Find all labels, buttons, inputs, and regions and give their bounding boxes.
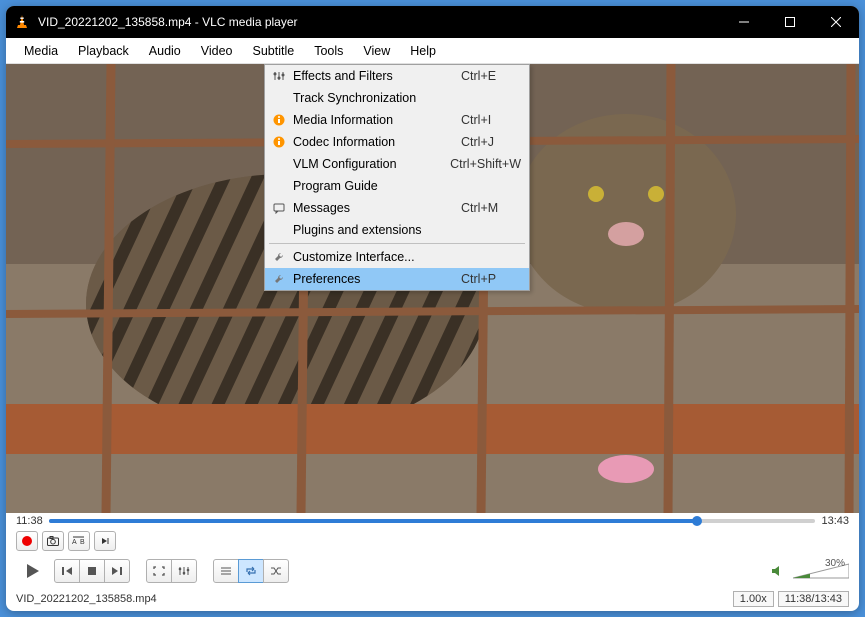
maximize-button[interactable] [767,6,813,38]
frame-step-icon [100,536,110,546]
svg-text:B: B [80,539,85,546]
extended-settings-button[interactable] [171,559,197,583]
previous-button[interactable] [54,559,80,583]
shuffle-button[interactable] [263,559,289,583]
frame-step-button[interactable] [94,531,116,551]
playlist-button[interactable] [213,559,239,583]
menu-media-info[interactable]: Media Information Ctrl+I [265,109,529,131]
stop-icon [87,566,97,576]
message-icon [269,202,289,214]
volume-control: 30% [771,562,849,580]
play-button[interactable] [16,557,50,585]
equalizer-icon [178,566,190,576]
fullscreen-button[interactable] [146,559,172,583]
menu-preferences[interactable]: Preferences Ctrl+P [265,268,529,290]
snapshot-button[interactable] [42,531,64,551]
menu-track-sync[interactable]: Track Synchronization [265,87,529,109]
menu-vlm-config[interactable]: VLM Configuration Ctrl+Shift+W [265,153,529,175]
time-total[interactable]: 13:43 [821,515,849,527]
tools-dropdown: Effects and Filters Ctrl+E Track Synchro… [264,64,530,291]
menu-separator [269,243,525,244]
menu-help[interactable]: Help [400,40,446,62]
shuffle-icon [270,566,282,576]
titlebar: VID_20221202_135858.mp4 - VLC media play… [6,6,859,38]
menu-media[interactable]: Media [14,40,68,62]
sliders-icon [269,70,289,82]
vlc-window: VID_20221202_135858.mp4 - VLC media play… [6,6,859,611]
fullscreen-icon [153,566,165,576]
menu-codec-info[interactable]: Codec Information Ctrl+J [265,131,529,153]
seek-slider[interactable] [49,517,816,525]
menu-plugins[interactable]: Plugins and extensions [265,219,529,241]
menu-view[interactable]: View [353,40,400,62]
loop-ab-button[interactable]: AB [68,531,90,551]
playback-speed[interactable]: 1.00x [733,591,774,607]
status-bar: VID_20221202_135858.mp4 1.00x 11:38/13:4… [6,589,859,611]
seek-thumb[interactable] [692,516,702,526]
loop-icon [245,566,257,576]
record-icon [22,536,32,546]
time-bar: 11:38 13:43 [6,513,859,529]
menubar: Media Playback Audio Video Subtitle Tool… [6,38,859,64]
menu-video[interactable]: Video [191,40,243,62]
volume-slider[interactable]: 30% [793,562,849,580]
menu-tools[interactable]: Tools [304,40,353,62]
minimize-button[interactable] [721,6,767,38]
volume-percent: 30% [825,558,845,569]
skip-back-icon [61,566,73,576]
menu-program-guide[interactable]: Program Guide [265,175,529,197]
status-filename: VID_20221202_135858.mp4 [16,593,729,605]
window-controls [721,6,859,38]
secondary-controls: AB [6,529,859,553]
speaker-icon[interactable] [771,564,787,578]
play-icon [24,562,42,580]
camera-icon [47,536,59,546]
info-icon [269,114,289,126]
wrench-icon [269,273,289,285]
next-button[interactable] [104,559,130,583]
status-time[interactable]: 11:38/13:43 [778,591,849,607]
video-area[interactable]: Effects and Filters Ctrl+E Track Synchro… [6,64,859,513]
loop-button[interactable] [238,559,264,583]
menu-messages[interactable]: Messages Ctrl+M [265,197,529,219]
main-controls: 30% [6,553,859,589]
menu-playback[interactable]: Playback [68,40,139,62]
wrench-icon [269,251,289,263]
svg-text:A: A [72,539,77,546]
vlc-cone-icon [14,14,30,30]
stop-button[interactable] [79,559,105,583]
menu-subtitle[interactable]: Subtitle [243,40,305,62]
menu-effects-filters[interactable]: Effects and Filters Ctrl+E [265,65,529,87]
close-button[interactable] [813,6,859,38]
time-current[interactable]: 11:38 [16,515,43,527]
window-title: VID_20221202_135858.mp4 - VLC media play… [38,15,721,29]
playlist-icon [220,566,232,576]
ab-loop-icon: AB [72,536,86,546]
record-button[interactable] [16,531,38,551]
menu-customize-interface[interactable]: Customize Interface... [265,246,529,268]
skip-forward-icon [111,566,123,576]
info-icon [269,136,289,148]
menu-audio[interactable]: Audio [139,40,191,62]
